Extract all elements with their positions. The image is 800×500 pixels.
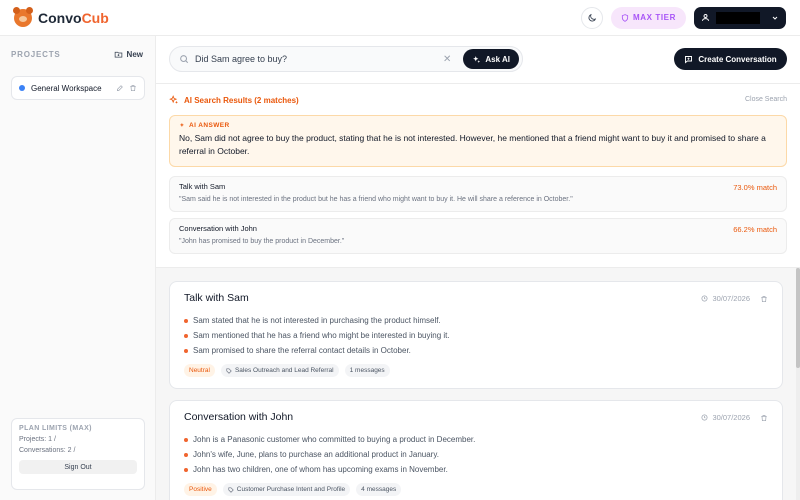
match-card-john[interactable]: Conversation with John 66.2% match "John… [169, 218, 787, 254]
match-percentage: 66.2% match [733, 225, 777, 234]
main-content: ✕ Ask AI Create Conversation AI Search R… [156, 36, 800, 500]
workspace-dot-icon [19, 85, 25, 91]
sign-out-button[interactable]: Sign Out [19, 460, 137, 474]
summary-bullet: Sam mentioned that he has a friend who m… [184, 328, 768, 343]
bear-logo-icon [13, 6, 33, 27]
create-conversation-button[interactable]: Create Conversation [674, 48, 787, 70]
search-results-panel: AI Search Results (2 matches) Close Sear… [156, 83, 800, 268]
theme-toggle-button[interactable] [580, 6, 603, 29]
summary-bullet: Sam stated that he is not interested in … [184, 313, 768, 328]
projects-heading: PROJECTS [11, 50, 61, 59]
new-project-button[interactable]: New [114, 50, 143, 59]
edit-icon[interactable] [116, 84, 124, 92]
conversation-title: Conversation with John [184, 411, 294, 423]
tag-icon [228, 486, 234, 493]
conversation-date: 30/07/2026 [712, 294, 750, 303]
conversation-meta: 30/07/2026 [701, 413, 768, 422]
search-icon [180, 55, 189, 64]
match-percentage: 73.0% match [733, 183, 777, 192]
search-input[interactable] [195, 54, 437, 64]
match-title: Talk with Sam [179, 182, 226, 191]
message-count-tag: 4 messages [356, 483, 402, 496]
shield-icon [621, 13, 629, 22]
summary-bullet: John is a Panasonic customer who committ… [184, 432, 768, 447]
search-bar: ✕ Ask AI [169, 46, 523, 72]
ai-answer-box: AI ANSWER No, Sam did not agree to buy t… [169, 115, 787, 167]
plan-conversations-count: Conversations: 2 / [19, 447, 76, 454]
conversation-meta: 30/07/2026 [701, 294, 768, 303]
summary-bullet: John's wife, June, plans to purchase an … [184, 447, 768, 462]
sparkles-icon [473, 55, 481, 63]
app-logo[interactable]: ConvoCub [13, 6, 109, 27]
trash-icon[interactable] [760, 295, 768, 303]
message-count-tag: 1 messages [344, 364, 390, 377]
conversation-date: 30/07/2026 [712, 413, 750, 422]
match-title: Conversation with John [179, 224, 257, 233]
scrollbar-thumb[interactable] [796, 268, 800, 368]
topic-tag: Customer Purchase Intent and Profile [222, 483, 351, 496]
sparkles-icon [179, 122, 184, 127]
scrollbar[interactable] [796, 268, 800, 500]
top-header: ConvoCub MAX TIER [0, 0, 800, 36]
tier-label: MAX TIER [632, 13, 676, 22]
tag-icon [226, 367, 232, 374]
trash-icon[interactable] [760, 414, 768, 422]
match-card-sam[interactable]: Talk with Sam 73.0% match "Sam said he i… [169, 176, 787, 212]
plan-projects-count: Projects: 1 / [19, 436, 56, 443]
summary-bullet: John has two children, one of whom has u… [184, 462, 768, 477]
clock-icon [701, 414, 708, 421]
message-plus-icon [685, 55, 693, 63]
sparkles-icon [169, 95, 178, 104]
conversation-title: Talk with Sam [184, 292, 249, 304]
sidebar: PROJECTS New General Workspace PLAN LIMI… [0, 36, 156, 500]
sentiment-tag: Positive [184, 483, 217, 496]
results-heading: AI Search Results (2 matches) [169, 95, 299, 105]
summary-bullet: Sam promised to share the referral conta… [184, 343, 768, 358]
conversation-card-sam[interactable]: Talk with Sam 30/07/2026 Sam stated that… [169, 281, 783, 389]
clear-search-icon[interactable]: ✕ [443, 54, 451, 65]
results-title: AI Search Results (2 matches) [184, 95, 299, 105]
sentiment-tag: Neutral [184, 364, 215, 377]
match-quote: "John has promised to buy the product in… [179, 238, 345, 245]
ai-answer-text: No, Sam did not agree to buy the product… [179, 133, 766, 156]
conversation-card-john[interactable]: Conversation with John 30/07/2026 John i… [169, 400, 783, 500]
app-title: ConvoCub [38, 9, 109, 26]
clock-icon [701, 295, 708, 302]
folder-plus-icon [114, 51, 122, 58]
plan-limits-title: PLAN LIMITS (MAX) [19, 425, 92, 432]
user-icon [702, 14, 709, 21]
chevron-down-icon [772, 16, 778, 20]
workspace-label: General Workspace [31, 83, 102, 93]
sidebar-item-general-workspace[interactable]: General Workspace [11, 76, 145, 100]
user-name-redacted [716, 11, 760, 24]
ask-ai-label: Ask AI [485, 54, 510, 64]
ai-answer-label: AI ANSWER [179, 122, 777, 129]
ask-ai-button[interactable]: Ask AI [463, 49, 519, 69]
trash-icon[interactable] [129, 84, 137, 92]
conversation-list[interactable]: Talk with Sam 30/07/2026 Sam stated that… [156, 268, 800, 500]
create-conversation-label: Create Conversation [698, 54, 777, 64]
topic-tag: Sales Outreach and Lead Referral [220, 364, 339, 377]
moon-icon [588, 13, 597, 21]
tier-badge[interactable]: MAX TIER [610, 6, 686, 29]
user-menu-button[interactable] [694, 6, 786, 29]
close-search-link[interactable]: Close Search [745, 96, 787, 103]
new-label: New [126, 50, 143, 59]
match-quote: "Sam said he is not interested in the pr… [179, 196, 573, 203]
plan-limits-panel: PLAN LIMITS (MAX) Projects: 1 / Conversa… [11, 418, 145, 490]
